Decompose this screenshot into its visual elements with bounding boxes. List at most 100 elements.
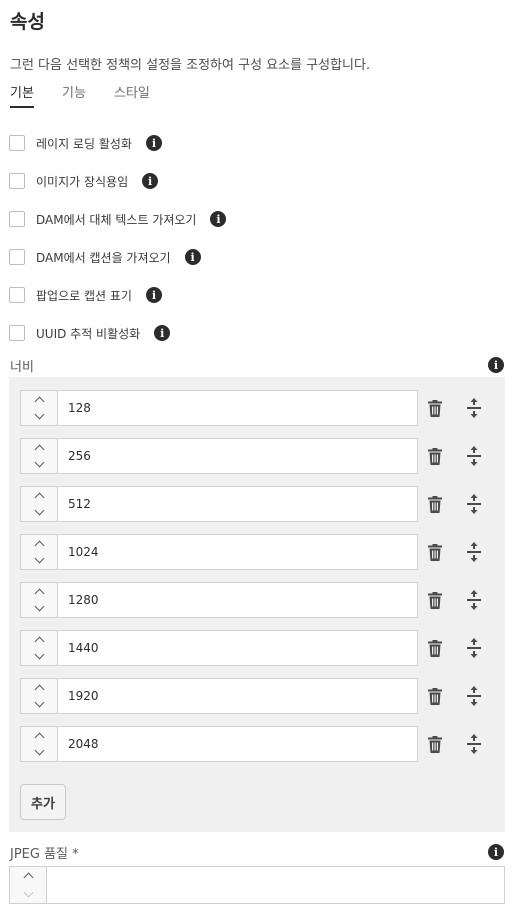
info-icon[interactable]: i [488,357,504,373]
checkbox-row-decorative: 이미지가 장식용임 i [9,171,159,191]
increment-button[interactable] [21,391,57,408]
tab-styles[interactable]: 스타일 [114,82,150,101]
decrement-button[interactable] [21,408,57,425]
width-input[interactable]: 1024 [57,534,418,570]
move-handle-icon[interactable] [466,542,482,562]
info-icon[interactable]: i [184,249,201,265]
width-stepper [20,582,57,618]
move-handle-icon[interactable] [466,686,482,706]
width-stepper [20,486,57,522]
decrement-button[interactable] [21,696,57,713]
chevron-down-icon [23,887,33,898]
decrement-button[interactable] [21,456,57,473]
chevron-up-icon [34,540,44,551]
width-input[interactable]: 2048 [57,726,418,762]
increment-button[interactable] [21,583,57,600]
chevron-down-icon [34,697,44,708]
decrement-button[interactable] [21,744,57,761]
checkbox-label: 이미지가 장식용임 [36,174,129,189]
width-row: 256 [20,438,490,476]
tab-features[interactable]: 기능 [62,82,86,101]
width-row: 1024 [20,534,490,572]
trash-icon[interactable] [428,736,442,753]
increment-button[interactable] [21,631,57,648]
jpeg-quality-input[interactable] [46,866,505,904]
disable-uuid-checkbox[interactable] [9,325,25,341]
chevron-down-icon [34,409,44,420]
decrement-button[interactable] [21,552,57,569]
width-input[interactable]: 1280 [57,582,418,618]
move-handle-icon[interactable] [466,734,482,754]
trash-icon[interactable] [428,448,442,465]
chevron-down-icon [34,601,44,612]
width-input[interactable]: 512 [57,486,418,522]
widths-multifield: 128 256 512 1024 1280 1440 1920 2048 추가 [9,377,505,832]
trash-icon[interactable] [428,544,442,561]
checkbox-row-alt-from-dam: DAM에서 대체 텍스트 가져오기 i [9,209,227,229]
decrement-button[interactable] [21,600,57,617]
trash-icon[interactable] [428,688,442,705]
chevron-up-icon [34,492,44,503]
jpeg-quality-stepper [9,866,46,904]
width-stepper [20,534,57,570]
jpeg-quality-field [9,866,505,904]
lazy-loading-checkbox[interactable] [9,135,25,151]
increment-button[interactable] [21,535,57,552]
add-button[interactable]: 추가 [20,784,66,820]
widths-label: 너비 [10,360,34,375]
width-row: 1920 [20,678,490,716]
tab-basic[interactable]: 기본 [10,82,34,108]
alt-from-dam-checkbox[interactable] [9,211,25,227]
width-input[interactable]: 1920 [57,678,418,714]
increment-button[interactable] [21,487,57,504]
width-stepper [20,390,57,426]
increment-button[interactable] [21,727,57,744]
trash-icon[interactable] [428,592,442,609]
info-icon[interactable]: i [145,287,162,303]
move-handle-icon[interactable] [466,398,482,418]
increment-button[interactable] [10,867,46,884]
chevron-down-icon [34,457,44,468]
info-icon[interactable]: i [154,325,171,341]
info-icon[interactable]: i [210,211,227,227]
trash-icon[interactable] [428,400,442,417]
decrement-button[interactable] [10,886,46,903]
move-handle-icon[interactable] [466,446,482,466]
decrement-button[interactable] [21,648,57,665]
width-input[interactable]: 1440 [57,630,418,666]
chevron-down-icon [34,649,44,660]
chevron-up-icon [34,636,44,647]
width-stepper [20,438,57,474]
chevron-up-icon [34,396,44,407]
width-row: 512 [20,486,490,524]
chevron-down-icon [34,505,44,516]
width-input[interactable]: 128 [57,390,418,426]
move-handle-icon[interactable] [466,590,482,610]
chevron-up-icon [23,872,33,883]
decorative-checkbox[interactable] [9,173,25,189]
jpeg-quality-label: JPEG 품질 * [10,847,79,862]
caption-from-dam-checkbox[interactable] [9,249,25,265]
trash-icon[interactable] [428,496,442,513]
width-row: 2048 [20,726,490,764]
decrement-button[interactable] [21,504,57,521]
chevron-up-icon [34,684,44,695]
checkbox-label: DAM에서 캡션을 가져오기 [36,250,171,265]
info-icon[interactable]: i [488,844,504,860]
width-input[interactable]: 256 [57,438,418,474]
increment-button[interactable] [21,439,57,456]
caption-popup-checkbox[interactable] [9,287,25,303]
trash-icon[interactable] [428,640,442,657]
checkbox-label: UUID 추적 비활성화 [36,326,141,341]
info-icon[interactable]: i [145,135,162,151]
info-icon[interactable]: i [142,173,159,189]
move-handle-icon[interactable] [466,638,482,658]
width-row: 1280 [20,582,490,620]
move-handle-icon[interactable] [466,494,482,514]
chevron-down-icon [34,745,44,756]
checkbox-row-caption-from-dam: DAM에서 캡션을 가져오기 i [9,247,201,267]
chevron-up-icon [34,444,44,455]
increment-button[interactable] [21,679,57,696]
chevron-up-icon [34,732,44,743]
checkbox-row-caption-popup: 팝업으로 캡션 표기 i [9,285,162,305]
